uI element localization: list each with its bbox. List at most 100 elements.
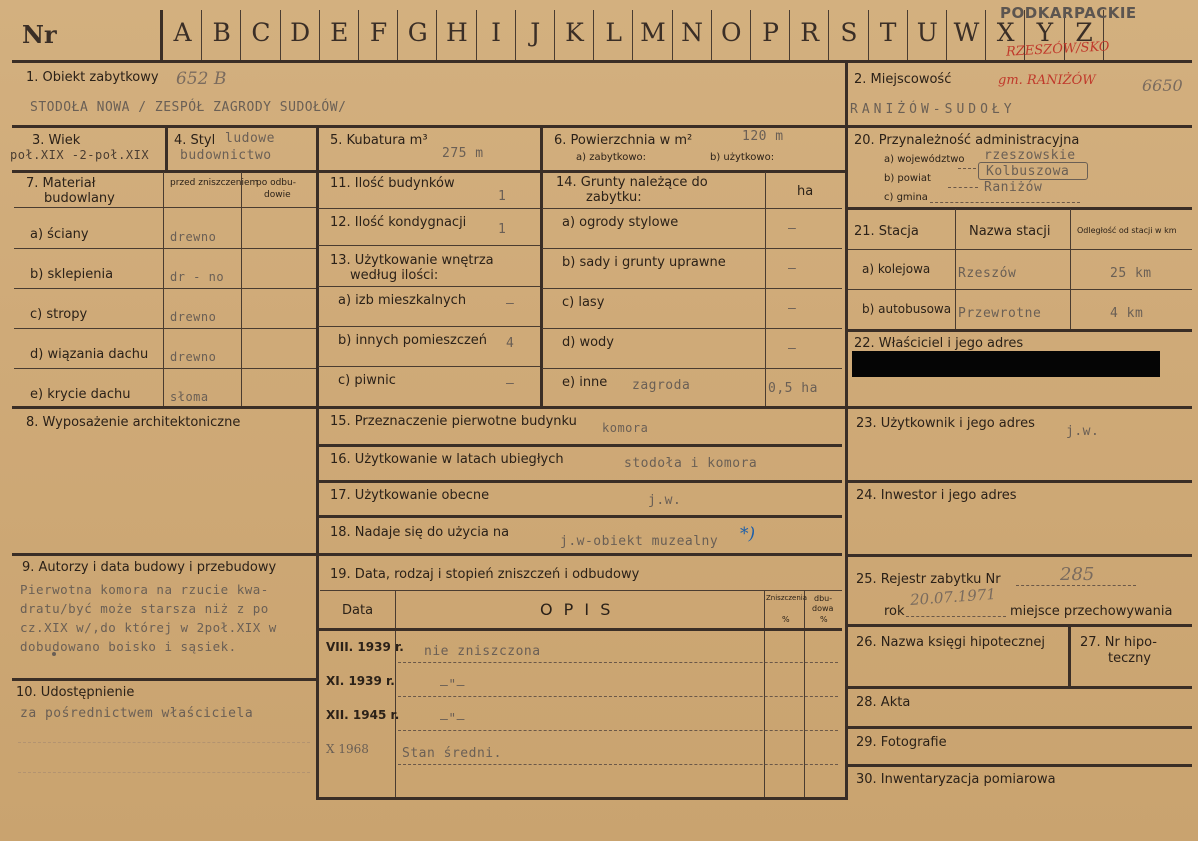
f9-line[interactable]: Pierwotna komora na rzucie kwa- bbox=[20, 582, 269, 597]
index-letter-f[interactable]: F bbox=[359, 18, 398, 47]
f9-line[interactable]: dratu/być może starsza niż z po bbox=[20, 601, 269, 616]
index-letter-h[interactable]: H bbox=[437, 18, 476, 47]
f7-row-before[interactable]: drewno bbox=[170, 350, 216, 364]
f10-label: 10. Udostępnienie bbox=[16, 685, 135, 700]
f2-code: 6650 bbox=[1142, 76, 1183, 95]
f2-value[interactable]: RANIŻÓW-SUDOŁY bbox=[850, 102, 1016, 117]
f19-row-date: XI. 1939 r. bbox=[326, 674, 395, 688]
f25-rok: 20.07.1971 bbox=[909, 585, 997, 609]
f20-b-value[interactable]: Kolbuszowa bbox=[986, 164, 1069, 179]
f14-row-value[interactable]: 0,5 ha bbox=[768, 381, 818, 396]
f7-row-before[interactable]: słoma bbox=[170, 390, 209, 404]
f19-row-opis[interactable]: nie zniszczona bbox=[424, 644, 541, 659]
f7-row-label: e) krycie dachu bbox=[30, 387, 131, 402]
f11-value[interactable]: 1 bbox=[498, 189, 506, 204]
f21-row-name[interactable]: Przewrotne bbox=[958, 306, 1041, 321]
f14-row-value[interactable]: – bbox=[788, 221, 796, 236]
f16-label: 16. Użytkowanie w latach ubiegłych bbox=[330, 452, 564, 467]
f19-col-odb-2: dowa bbox=[812, 604, 834, 613]
index-letter-j[interactable]: J bbox=[516, 18, 555, 47]
f5-value[interactable]: 275 m bbox=[442, 146, 484, 161]
f14-row-label: b) sady i grunty uprawne bbox=[562, 255, 726, 270]
index-letter-s[interactable]: S bbox=[829, 18, 868, 47]
f7-row-before[interactable]: drewno bbox=[170, 230, 216, 244]
index-letter-d[interactable]: D bbox=[281, 18, 320, 47]
f20-c: c) gmina bbox=[884, 192, 928, 203]
f21-label: 21. Stacja bbox=[854, 224, 919, 239]
index-letter-k[interactable]: K bbox=[555, 18, 594, 47]
f14-row-note[interactable]: zagroda bbox=[632, 378, 690, 393]
f16-value[interactable]: stodoła i komora bbox=[624, 456, 757, 471]
f12-value[interactable]: 1 bbox=[498, 222, 506, 237]
region-stamp: PODKARPACKIE bbox=[1000, 4, 1137, 22]
f9-line[interactable]: cz.XIX w/,do której w 2poł.XIX w bbox=[20, 620, 277, 635]
index-letter-c[interactable]: C bbox=[241, 18, 280, 47]
f3-value[interactable]: poł.XIX -2-poł.XIX bbox=[10, 148, 149, 162]
index-letter-b[interactable]: B bbox=[202, 18, 241, 47]
f7-row-before[interactable]: dr - no bbox=[170, 270, 224, 284]
f6-value[interactable]: 120 m bbox=[742, 129, 784, 144]
index-letter-u[interactable]: U bbox=[908, 18, 947, 47]
index-letter-m[interactable]: M bbox=[633, 18, 672, 47]
f13-row-value[interactable]: 4 bbox=[506, 336, 514, 351]
f19-row-opis[interactable]: –"– bbox=[440, 678, 465, 693]
f19-row-opis[interactable]: –"– bbox=[440, 712, 465, 727]
f1-value[interactable]: STODOŁA NOWA / ZESPÓŁ ZAGRODY SUDOŁÓW/ bbox=[30, 100, 346, 115]
f11-label: 11. Ilość budynków bbox=[330, 176, 455, 191]
inventory-card: Nr ABCDEFGHIJKLMNOPRSTUWXYZ PODKARPACKIE… bbox=[0, 0, 1198, 841]
f21-col-name: Nazwa stacji bbox=[969, 224, 1051, 239]
f13-label-1: 13. Użytkowanie wnętrza bbox=[330, 253, 494, 268]
index-letter-r[interactable]: R bbox=[790, 18, 829, 47]
f14-row-value[interactable]: – bbox=[788, 341, 796, 356]
index-letter-n[interactable]: N bbox=[673, 18, 712, 47]
f21-row-name[interactable]: Rzeszów bbox=[958, 266, 1016, 281]
index-letter-o[interactable]: O bbox=[712, 18, 751, 47]
index-letter-e[interactable]: E bbox=[320, 18, 359, 47]
f7-row-before[interactable]: drewno bbox=[170, 310, 216, 324]
f19-col-opis: O P I S bbox=[540, 600, 614, 619]
index-letter-x[interactable]: X bbox=[986, 18, 1025, 47]
f28-label: 28. Akta bbox=[856, 695, 911, 710]
index-letter-w[interactable]: W bbox=[947, 18, 986, 47]
f17-value[interactable]: j.w. bbox=[648, 493, 681, 508]
f19-row-date: X 1968 bbox=[326, 742, 369, 756]
f12-label: 12. Ilość kondygnacji bbox=[330, 215, 467, 230]
f19-label: 19. Data, rodzaj i stopień zniszczeń i o… bbox=[330, 567, 640, 582]
index-letter-g[interactable]: G bbox=[398, 18, 437, 47]
f18-mark: *) bbox=[740, 524, 756, 544]
f14-row-value[interactable]: – bbox=[788, 301, 796, 316]
f13-row-label: c) piwnic bbox=[338, 373, 396, 388]
f7-col-after-2: dowie bbox=[264, 190, 291, 200]
f19-row-opis[interactable]: Stan średni. bbox=[402, 746, 502, 761]
f4-value-1[interactable]: ludowe bbox=[225, 131, 275, 146]
f4-value-2[interactable]: budownictwo bbox=[180, 148, 272, 163]
index-letter-l[interactable]: L bbox=[594, 18, 633, 47]
index-letter-t[interactable]: T bbox=[869, 18, 908, 47]
f15-label: 15. Przeznaczenie pierwotne budynku bbox=[330, 414, 577, 429]
f21-col-dist: Odległość od stacji w km bbox=[1077, 226, 1177, 235]
f7-row-label: d) wiązania dachu bbox=[30, 347, 149, 362]
f10-value[interactable]: za pośrednictwem właściciela bbox=[20, 706, 253, 721]
f22-label: 22. Właściciel i jego adres bbox=[854, 336, 1024, 351]
f13-row-label: b) innych pomieszczeń bbox=[338, 333, 488, 348]
index-letter-a[interactable]: A bbox=[163, 18, 202, 47]
f20-a-value[interactable]: rzeszowskie bbox=[984, 148, 1076, 163]
f21-row-label: a) kolejowa bbox=[862, 262, 931, 276]
f9-label: 9. Autorzy i data budowy i przebudowy bbox=[22, 560, 277, 575]
f14-row-value[interactable]: – bbox=[788, 261, 796, 276]
f18-value[interactable]: j.w-obiekt muzealny bbox=[560, 534, 718, 549]
f13-row-value[interactable]: – bbox=[506, 296, 514, 311]
f14-label-2: zabytku: bbox=[586, 190, 642, 205]
f20-c-value[interactable]: Raniżów bbox=[984, 180, 1042, 195]
f25-number: 285 bbox=[1060, 564, 1095, 585]
f25-miejsce: miejsce przechowywania bbox=[1010, 604, 1173, 619]
f21-row-dist[interactable]: 25 km bbox=[1110, 266, 1152, 281]
f21-row-dist[interactable]: 4 km bbox=[1110, 306, 1143, 321]
f20-label: 20. Przynależność administracyjna bbox=[854, 133, 1080, 148]
f23-value[interactable]: j.w. bbox=[1066, 424, 1099, 439]
f14-row-label: d) wody bbox=[562, 335, 614, 350]
index-letter-i[interactable]: I bbox=[477, 18, 516, 47]
f15-value[interactable]: komora bbox=[602, 421, 648, 435]
index-letter-p[interactable]: P bbox=[751, 18, 790, 47]
f13-row-value[interactable]: – bbox=[506, 376, 514, 391]
